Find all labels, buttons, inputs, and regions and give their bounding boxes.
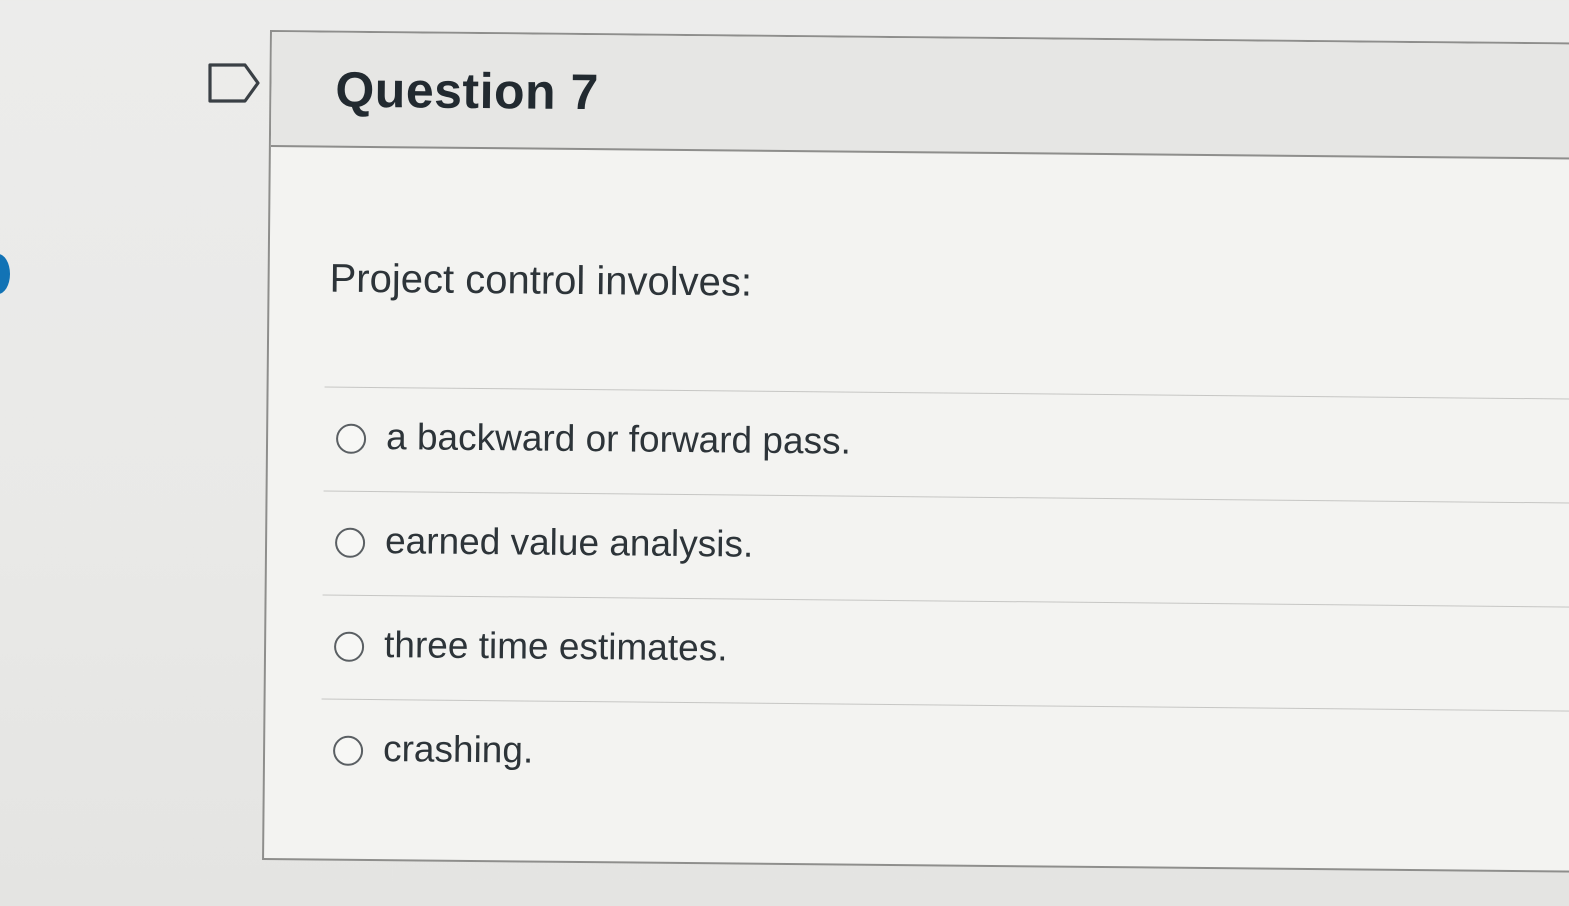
question-title: Question 7 (335, 61, 600, 121)
question-card: Question 7 Project control involves: a b… (262, 30, 1569, 873)
answer-option[interactable]: three time estimates. (321, 594, 1569, 711)
answer-label[interactable]: earned value analysis. (385, 520, 754, 566)
question-text: Project control involves: (329, 256, 753, 305)
answer-label[interactable]: a backward or forward pass. (386, 416, 851, 462)
radio-button-icon[interactable] (332, 735, 364, 766)
flag-question-icon[interactable] (207, 62, 261, 104)
radio-button-icon[interactable] (334, 527, 366, 558)
question-header: Question 7 (270, 32, 1569, 160)
answer-label[interactable]: three time estimates. (384, 624, 728, 669)
answer-list: a backward or forward pass. earned value… (320, 386, 1569, 815)
answer-option[interactable]: crashing. (320, 698, 1569, 815)
answer-option[interactable]: earned value analysis. (322, 490, 1569, 607)
radio-button-icon[interactable] (335, 423, 367, 454)
answer-option[interactable]: a backward or forward pass. (323, 386, 1569, 503)
nav-indicator-dot (0, 254, 10, 294)
answer-label[interactable]: crashing. (383, 728, 534, 771)
radio-button-icon[interactable] (333, 631, 365, 662)
